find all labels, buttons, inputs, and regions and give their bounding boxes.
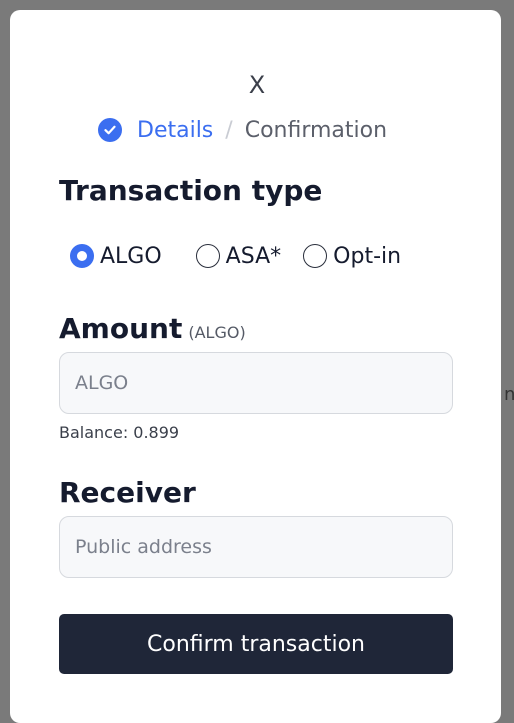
transaction-type-radio-group: ALGO ASA* Opt-in: [70, 242, 415, 270]
amount-unit-hint: (ALGO): [188, 323, 246, 342]
radio-algo[interactable]: ALGO: [70, 244, 162, 269]
background-partial-text: nc: [504, 384, 514, 405]
radio-asa[interactable]: ASA*: [195, 243, 282, 269]
send-transaction-modal: X Details / Confirmation Transaction typ…: [10, 10, 501, 723]
step-details: Details: [137, 117, 214, 143]
radio-unchecked-icon: [195, 244, 220, 268]
radio-label-algo: ALGO: [100, 243, 162, 269]
close-button[interactable]: X: [246, 72, 268, 98]
amount-input[interactable]: [59, 352, 453, 414]
step-indicator: Details / Confirmation: [98, 115, 387, 145]
step-separator: /: [225, 117, 233, 143]
radio-opt-in[interactable]: Opt-in: [303, 244, 401, 269]
check-icon: [98, 118, 122, 142]
radio-label-opt-in: Opt-in: [333, 243, 402, 269]
amount-heading: Amount (ALGO): [59, 312, 246, 345]
radio-checked-icon: [70, 244, 94, 268]
transaction-type-title: Transaction type: [59, 174, 323, 207]
step-confirmation: Confirmation: [244, 117, 388, 143]
amount-title: Amount: [59, 312, 183, 345]
radio-label-asa: ASA*: [225, 243, 282, 269]
receiver-title: Receiver: [59, 476, 196, 509]
confirm-transaction-button[interactable]: Confirm transaction: [59, 614, 453, 674]
radio-unchecked-icon: [303, 244, 328, 268]
balance-text: Balance: 0.899: [59, 423, 180, 442]
receiver-address-input[interactable]: [59, 516, 453, 578]
